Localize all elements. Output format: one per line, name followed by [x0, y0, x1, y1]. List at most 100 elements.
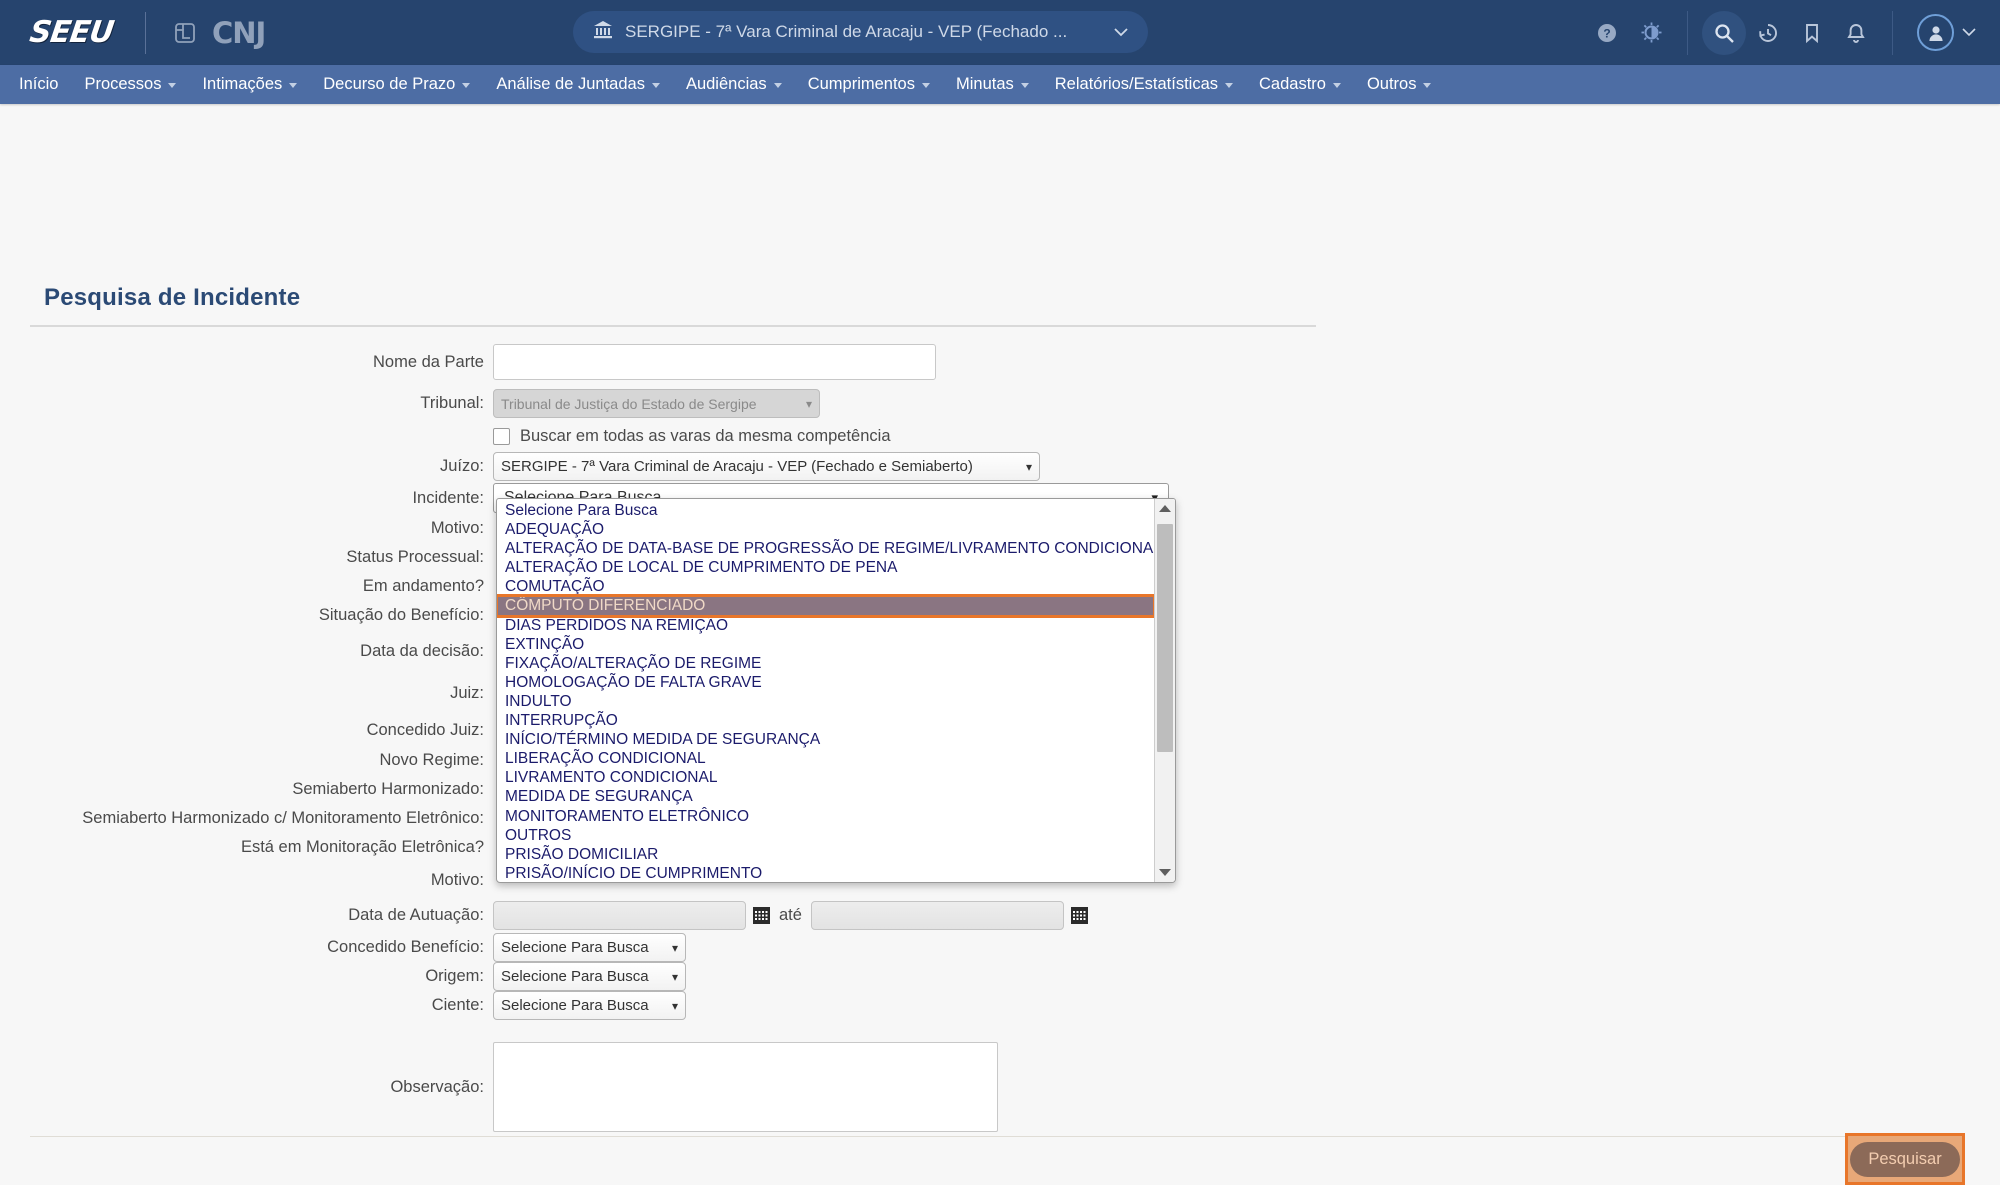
origem-value: Selecione Para Busca — [501, 968, 649, 985]
history-icon[interactable] — [1746, 11, 1790, 55]
dropdown-option[interactable]: HOMOLOGAÇÃO DE FALTA GRAVE — [497, 673, 1154, 692]
ciente-select[interactable]: Selecione Para Busca ▾ — [493, 991, 686, 1020]
pesquisar-button[interactable]: Pesquisar — [1850, 1141, 1960, 1177]
dropdown-scrollbar[interactable] — [1154, 499, 1175, 882]
brand-block: SEEU CNJ — [0, 0, 266, 65]
menu-item-processos[interactable]: Processos — [71, 65, 189, 104]
dropdown-option[interactable]: INÍCIO/TÉRMINO MEDIDA DE SEGURANÇA — [497, 730, 1154, 749]
form-row-buscar-varas: Buscar em todas as varas da mesma compet… — [0, 422, 2000, 451]
court-selector[interactable]: SERGIPE - 7ª Vara Criminal de Aracaju - … — [573, 11, 1148, 53]
menu-item-outros[interactable]: Outros — [1354, 65, 1445, 104]
dropdown-option[interactable]: ALTERAÇÃO DE LOCAL DE CUMPRIMENTO DE PEN… — [497, 558, 1154, 577]
dropdown-option[interactable]: INDULTO — [497, 692, 1154, 711]
bell-icon[interactable] — [1834, 11, 1878, 55]
chevron-down-icon — [1225, 83, 1233, 88]
title-divider — [30, 325, 1316, 327]
label-juiz: Juiz: — [450, 683, 484, 702]
dropdown-option[interactable]: PRISÃO DOMICILIAR — [497, 845, 1154, 864]
user-avatar — [1917, 14, 1954, 51]
chevron-down-icon — [1423, 83, 1432, 88]
nome-parte-input[interactable] — [493, 344, 936, 380]
label-ciente: Ciente: — [431, 996, 484, 1014]
menu-label: Decurso de Prazo — [323, 75, 456, 93]
label-semiaberto-harmonizado-monitoramento: Semiaberto Harmonizado c/ Monitoramento … — [82, 809, 484, 827]
dropdown-option[interactable]: PRISÃO/INÍCIO DE CUMPRIMENTO — [497, 864, 1154, 882]
chevron-down-icon — [921, 83, 930, 88]
label-origem: Origem: — [425, 967, 484, 985]
chevron-down-icon: ▾ — [1025, 459, 1032, 474]
menu-label: Minutas — [955, 75, 1014, 93]
search-icon[interactable] — [1702, 10, 1746, 55]
top-icon-group: ? — [1585, 0, 2000, 65]
data-autuacao-to-input[interactable] — [810, 901, 1064, 930]
chevron-down-icon — [462, 83, 471, 88]
menu-item-audiencias[interactable]: Audiências — [673, 65, 795, 104]
juizo-select[interactable]: SERGIPE - 7ª Vara Criminal de Aracaju - … — [493, 452, 1040, 481]
icon-divider-2 — [1892, 10, 1893, 55]
menu-item-inicio[interactable]: Início — [6, 65, 71, 104]
chevron-down-icon — [168, 83, 177, 88]
chevron-down-icon — [289, 83, 298, 88]
label-motivo-2: Motivo: — [430, 870, 484, 889]
chevron-down-icon: ▾ — [671, 998, 678, 1013]
dropdown-option[interactable]: MONITORAMENTO ELETRÔNICO — [497, 807, 1154, 826]
dropdown-option[interactable]: Selecione Para Busca — [497, 501, 1154, 520]
bookmark-icon[interactable] — [1790, 11, 1834, 55]
ciente-value: Selecione Para Busca — [501, 997, 649, 1014]
menu-item-cadastro[interactable]: Cadastro — [1246, 65, 1354, 104]
observacao-textarea[interactable] — [493, 1042, 998, 1132]
svg-text:?: ? — [1603, 26, 1610, 40]
data-autuacao-from-input[interactable] — [493, 901, 746, 930]
incidente-dropdown-list[interactable]: Selecione Para Busca ADEQUAÇÃO ALTERAÇÃO… — [496, 498, 1176, 883]
help-icon[interactable]: ? — [1585, 11, 1629, 55]
calendar-icon[interactable] — [752, 906, 771, 925]
menu-item-intimacoes[interactable]: Intimações — [189, 65, 310, 104]
calendar-icon[interactable] — [1070, 906, 1089, 925]
label-novo-regime: Novo Regime: — [379, 751, 484, 769]
menu-label: Intimações — [202, 75, 283, 93]
seeu-logo: SEEU — [27, 15, 116, 50]
label-tribunal: Tribunal: — [420, 394, 484, 412]
chevron-down-icon: ▾ — [671, 940, 678, 955]
dropdown-option[interactable]: COMUTAÇÃO — [497, 577, 1154, 596]
menu-item-minutas[interactable]: Minutas — [943, 65, 1042, 104]
juizo-select-value: SERGIPE - 7ª Vara Criminal de Aracaju - … — [501, 458, 973, 475]
cnj-text: CNJ — [211, 15, 266, 50]
origem-select[interactable]: Selecione Para Busca ▾ — [493, 962, 686, 991]
dropdown-option[interactable]: FIXAÇÃO/ALTERAÇÃO DE REGIME — [497, 654, 1154, 673]
chevron-down-icon — [1020, 83, 1029, 88]
menu-item-cumprimentos[interactable]: Cumprimentos — [795, 65, 943, 104]
incidente-dropdown-options: Selecione Para Busca ADEQUAÇÃO ALTERAÇÃO… — [497, 499, 1154, 882]
form-row-observacao: Observação: — [0, 1032, 2000, 1142]
dropdown-option[interactable]: DIAS PERDIDOS NA REMIÇÃO — [497, 616, 1154, 635]
user-menu[interactable] — [1917, 14, 1976, 51]
dropdown-option[interactable]: ADEQUAÇÃO — [497, 520, 1154, 539]
label-semiaberto-harmonizado: Semiaberto Harmonizado: — [292, 780, 484, 798]
dropdown-option[interactable]: INTERRUPÇÃO — [497, 711, 1154, 730]
buscar-varas-checkbox[interactable] — [493, 428, 510, 445]
scroll-down-icon[interactable] — [1155, 863, 1175, 882]
menu-item-relatorios-estatisticas[interactable]: Relatórios/Estatísticas — [1042, 65, 1246, 104]
dropdown-option[interactable]: EXTINÇÃO — [497, 635, 1154, 654]
dropdown-option[interactable]: LIVRAMENTO CONDICIONAL — [497, 768, 1154, 787]
dropdown-option[interactable]: ALTERAÇÃO DE DATA-BASE DE PROGRESSÃO DE … — [497, 539, 1154, 558]
dropdown-option-selected[interactable]: CÔMPUTO DIFERENCIADO — [497, 594, 1154, 618]
dropdown-option[interactable]: MEDIDA DE SEGURANÇA — [497, 787, 1154, 806]
form-row-data-autuacao: Data de Autuação: até — [0, 898, 2000, 933]
form-row-nome-parte: Nome da Parte — [0, 339, 2000, 385]
label-situacao-beneficio: Situação do Benefício: — [318, 606, 484, 624]
label-concedido-juiz: Concedido Juiz: — [366, 720, 484, 739]
data-autuacao-ate-label: até — [779, 906, 802, 924]
menu-item-analise-de-juntadas[interactable]: Análise de Juntadas — [483, 65, 673, 104]
page-title: Pesquisa de Incidente — [44, 284, 301, 311]
dropdown-option[interactable]: OUTROS — [497, 826, 1154, 845]
contrast-icon[interactable] — [1629, 11, 1673, 55]
concedido-beneficio-select[interactable]: Selecione Para Busca ▾ — [493, 933, 686, 962]
scroll-up-icon[interactable] — [1155, 499, 1175, 518]
scrollbar-thumb[interactable] — [1157, 524, 1173, 752]
menu-item-decurso-de-prazo[interactable]: Decurso de Prazo — [310, 65, 483, 104]
dropdown-option[interactable]: LIBERAÇÃO CONDICIONAL — [497, 749, 1154, 768]
label-status-processual: Status Processual: — [346, 548, 484, 566]
buscar-varas-label: Buscar em todas as varas da mesma compet… — [520, 427, 891, 445]
cnj-logo-icon — [172, 20, 198, 46]
